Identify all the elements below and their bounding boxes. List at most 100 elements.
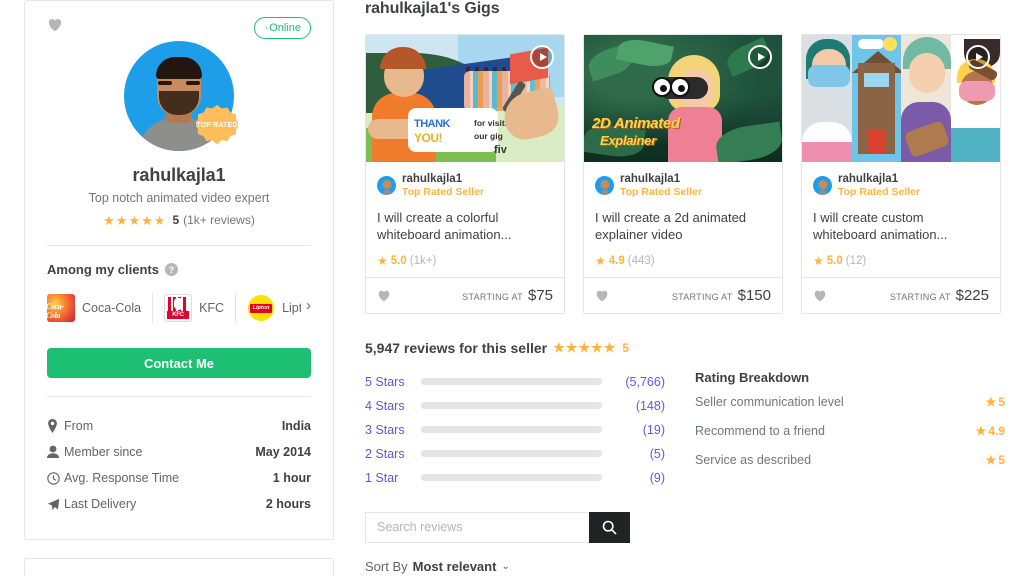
breakdown-row-communication: Seller communication level ★ 5	[695, 390, 1005, 414]
favorite-heart-icon[interactable]	[377, 289, 391, 302]
kfc-logo-icon: KFC	[164, 294, 193, 322]
play-video-icon[interactable]	[966, 45, 990, 69]
price-value: $75	[527, 286, 553, 304]
favorite-heart-icon[interactable]	[47, 17, 63, 32]
gigs-list: THANK YOU! for visiti our gig fiv rahulk…	[365, 34, 1005, 314]
breakdown-row-service: Service as described ★ 5	[695, 448, 1005, 472]
gig-rating: ★ 5.0 (1k+)	[377, 254, 553, 277]
rating-bar-label[interactable]: 2 Stars	[365, 447, 417, 461]
star-icon: ★	[985, 452, 997, 467]
rating-bar-row-5[interactable]: 5 Stars (5,766)	[365, 370, 665, 394]
search-reviews-input[interactable]	[365, 511, 589, 543]
gig-title[interactable]: I will create a 2d animated explainer vi…	[595, 209, 771, 245]
rating-bar-count: (5)	[649, 446, 665, 461]
gig-seller-name: rahulkajla1	[838, 173, 899, 185]
rating-bar-label[interactable]: 1 Star	[365, 471, 417, 485]
seller-profile-page: ·Online TOP RATED rahulkajla1 Top notch …	[0, 0, 1024, 576]
rating-count: (1k+ reviews)	[183, 213, 255, 227]
breakdown-label: Service as described	[695, 452, 812, 467]
price-value: $225	[955, 286, 989, 304]
lipton-logo-icon: Lipton	[247, 294, 276, 322]
help-question-icon[interactable]: ?	[164, 263, 178, 276]
gig-rating: ★ 5.0 (12)	[813, 254, 989, 277]
star-icon: ★	[813, 253, 824, 268]
seller-name: rahulkajla1	[132, 165, 226, 185]
divider	[47, 245, 311, 246]
rating-bar-label[interactable]: 4 Stars	[365, 399, 417, 413]
rating-bar-label[interactable]: 5 Stars	[365, 375, 417, 389]
thumb-text-thank: THANK	[414, 118, 451, 130]
breakdown-score: ★ 5	[985, 452, 1005, 467]
star-icon: ★	[975, 423, 987, 438]
seller-info-card: ·Online TOP RATED rahulkajla1 Top notch …	[24, 0, 334, 540]
online-label: Online	[269, 22, 301, 34]
search-reviews-button[interactable]	[589, 511, 630, 543]
paper-plane-icon	[47, 498, 64, 511]
online-dot-icon: ·	[264, 20, 269, 34]
sort-value[interactable]: Most relevant	[413, 559, 497, 574]
chevron-down-icon[interactable]: ⌄	[501, 561, 509, 572]
rating-bar-row-4[interactable]: 4 Stars (148)	[365, 394, 665, 418]
gig-seller[interactable]: rahulkajla1 Top Rated Seller	[377, 172, 553, 200]
gig-title[interactable]: I will create custom whiteboard animatio…	[813, 209, 989, 245]
thumb-title-line2: Explainer	[600, 133, 656, 148]
gig-rating-count: (1k+)	[409, 254, 437, 267]
contact-me-button[interactable]: Contact Me	[47, 348, 311, 378]
card-top-row: ·Online	[47, 17, 311, 40]
gig-seller[interactable]: rahulkajla1 Top Rated Seller	[813, 172, 989, 200]
seller-sidebar: ·Online TOP RATED rahulkajla1 Top notch …	[24, 0, 334, 576]
favorite-heart-icon[interactable]	[595, 289, 609, 302]
rating-bar-label[interactable]: 3 Stars	[365, 423, 417, 437]
play-video-icon[interactable]	[748, 45, 772, 69]
online-status-badge: ·Online	[254, 17, 311, 40]
gig-seller[interactable]: rahulkajla1 Top Rated Seller	[595, 172, 771, 200]
stat-value: India	[281, 419, 311, 433]
rating-bar-row-1[interactable]: 1 Star (9)	[365, 466, 665, 490]
gig-price: STARTING AT $150	[672, 287, 771, 304]
breakdown-label: Recommend to a friend	[695, 423, 825, 438]
sort-by-label: Sort By	[365, 558, 408, 574]
thumb-text-line3: fiv	[494, 144, 507, 156]
gig-card[interactable]: THANK YOU! for visiti our gig fiv rahulk…	[365, 34, 565, 314]
whiteboard-animation-thumbnail[interactable]: THANK YOU! for visiti our gig fiv	[366, 35, 564, 162]
gigs-section-title: rahulkajla1's Gigs	[365, 0, 500, 17]
avatar-wrapper: TOP RATED	[124, 41, 238, 151]
custom-whiteboard-animation-thumbnail[interactable]	[802, 35, 1000, 162]
rating-bar-track	[421, 426, 602, 433]
gig-card[interactable]: 2D Animated Explainer rahulkajla1 Top Ra…	[583, 34, 783, 314]
rating-bar-count: (148)	[635, 398, 665, 413]
gig-footer: STARTING AT $75	[366, 276, 564, 313]
gig-rating-value: 5.0	[390, 254, 407, 267]
gig-rating: ★ 4.9 (443)	[595, 254, 771, 277]
rating-bar-track	[421, 402, 602, 409]
reviews-heading: 5,947 reviews for this seller ★★★★★ 5	[365, 340, 1005, 356]
rating-bar-row-2[interactable]: 2 Stars (5)	[365, 442, 665, 466]
stat-label: From	[64, 419, 94, 433]
gig-rating-count: (443)	[627, 254, 655, 267]
coca-cola-logo-icon	[47, 294, 75, 322]
thumb-title-line1: 2D Animated	[592, 115, 680, 132]
rating-bar-row-3[interactable]: 3 Stars (19)	[365, 418, 665, 442]
stat-row-from: From India	[47, 413, 311, 439]
star-rating-icon: ★★★★★	[553, 340, 617, 355]
seller-stats-list: From India Member since May 2014 Avg. Re…	[47, 413, 311, 517]
clock-icon	[47, 471, 64, 485]
play-video-icon[interactable]	[530, 45, 554, 69]
client-item-kfc[interactable]: KFC KFC	[164, 293, 237, 323]
2d-animated-explainer-thumbnail[interactable]: 2D Animated Explainer	[584, 35, 782, 162]
gig-card[interactable]: rahulkajla1 Top Rated Seller I will crea…	[801, 34, 1001, 314]
gig-rating-value: 5.0	[826, 254, 843, 267]
gig-body: rahulkajla1 Top Rated Seller I will crea…	[366, 162, 564, 277]
gig-body: rahulkajla1 Top Rated Seller I will crea…	[802, 162, 1000, 277]
gig-title[interactable]: I will create a colorful whiteboard anim…	[377, 209, 553, 245]
client-item-coca-cola[interactable]: Coca-Cola	[47, 293, 154, 323]
thumb-text-line2: our gig	[474, 131, 503, 141]
location-pin-icon	[47, 419, 64, 433]
clients-next-chevron-icon[interactable]: ›	[301, 297, 311, 314]
stat-row-member-since: Member since May 2014	[47, 439, 311, 465]
people-keep-coming-back-card: People keep coming back ?	[24, 558, 334, 576]
favorite-heart-icon[interactable]	[813, 289, 827, 302]
client-name: KFC	[199, 301, 225, 315]
price-value: $150	[737, 286, 771, 304]
gig-footer: STARTING AT $150	[584, 276, 782, 313]
